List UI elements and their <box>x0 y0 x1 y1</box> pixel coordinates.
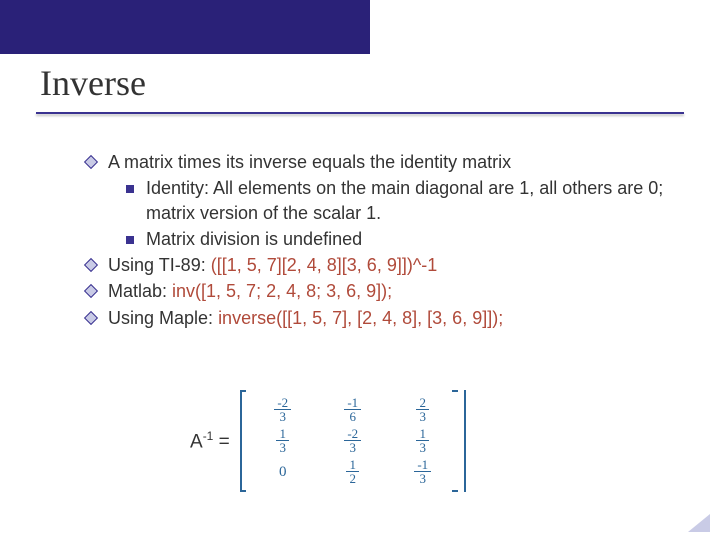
bullet-4-prefix: Using Maple: <box>108 308 218 328</box>
square-bullet-icon <box>126 236 134 244</box>
inverse-matrix-display: A-1 = -23-162313-2313012-13 <box>190 390 466 492</box>
title-underline <box>36 112 684 114</box>
matrix-cell: -23 <box>248 394 318 425</box>
diamond-bullet-icon <box>84 284 98 298</box>
matrix-cell: 0 <box>248 456 318 488</box>
bullet-1-text: A matrix times its inverse equals the id… <box>108 150 511 174</box>
bullet-1a-text: Identity: All elements on the main diago… <box>146 176 666 225</box>
matrix-cell: -16 <box>318 394 388 425</box>
matrix-cell: -13 <box>388 456 458 488</box>
bullet-2-code: ([[1, 5, 7][2, 4, 8][3, 6, 9]])^-1 <box>211 255 438 275</box>
bullet-2: Using TI-89: ([[1, 5, 7][2, 4, 8][3, 6, … <box>86 253 666 277</box>
bullet-4-code: inverse([[1, 5, 7], [2, 4, 8], [3, 6, 9]… <box>218 308 503 328</box>
square-bullet-icon <box>126 185 134 193</box>
matrix-cell: 23 <box>388 394 458 425</box>
bullet-4-text: Using Maple: inverse([[1, 5, 7], [2, 4, … <box>108 306 503 330</box>
diamond-bullet-icon <box>84 258 98 272</box>
matrix-cell: 13 <box>248 425 318 456</box>
matrix-cell: -23 <box>318 425 388 456</box>
matrix-label-exponent: -1 <box>203 429 214 443</box>
diamond-bullet-icon <box>84 311 98 325</box>
slide-body: A matrix times its inverse equals the id… <box>86 150 666 332</box>
bullet-3-text: Matlab: inv([1, 5, 7; 2, 4, 8; 3, 6, 9])… <box>108 279 392 303</box>
bullet-3-prefix: Matlab: <box>108 281 172 301</box>
matrix-cell: 13 <box>388 425 458 456</box>
slide-title: Inverse <box>40 62 146 104</box>
bullet-3-code: inv([1, 5, 7; 2, 4, 8; 3, 6, 9]); <box>172 281 392 301</box>
bullet-1a: Identity: All elements on the main diago… <box>126 176 666 225</box>
bullet-2-prefix: Using TI-89: <box>108 255 211 275</box>
bullet-1b: Matrix division is undefined <box>126 227 666 251</box>
bullet-1b-text: Matrix division is undefined <box>146 227 362 251</box>
bullet-4: Using Maple: inverse([[1, 5, 7], [2, 4, … <box>86 306 666 330</box>
diamond-bullet-icon <box>84 155 98 169</box>
matrix-label-base: A <box>190 431 203 452</box>
matrix-row: -23-1623 <box>248 394 458 425</box>
slide-accent-bar <box>0 0 370 54</box>
matrix-label: A-1 = <box>190 429 230 453</box>
bullet-2-text: Using TI-89: ([[1, 5, 7][2, 4, 8][3, 6, … <box>108 253 437 277</box>
page-corner-fold-icon <box>678 506 712 534</box>
bullet-3: Matlab: inv([1, 5, 7; 2, 4, 8; 3, 6, 9])… <box>86 279 666 303</box>
matrix-brackets: -23-162313-2313012-13 <box>240 390 466 492</box>
matrix-cell: 12 <box>318 456 388 488</box>
matrix-row: 13-2313 <box>248 425 458 456</box>
matrix-row: 012-13 <box>248 456 458 488</box>
matrix-label-equals: = <box>213 431 229 452</box>
bullet-1: A matrix times its inverse equals the id… <box>86 150 666 174</box>
